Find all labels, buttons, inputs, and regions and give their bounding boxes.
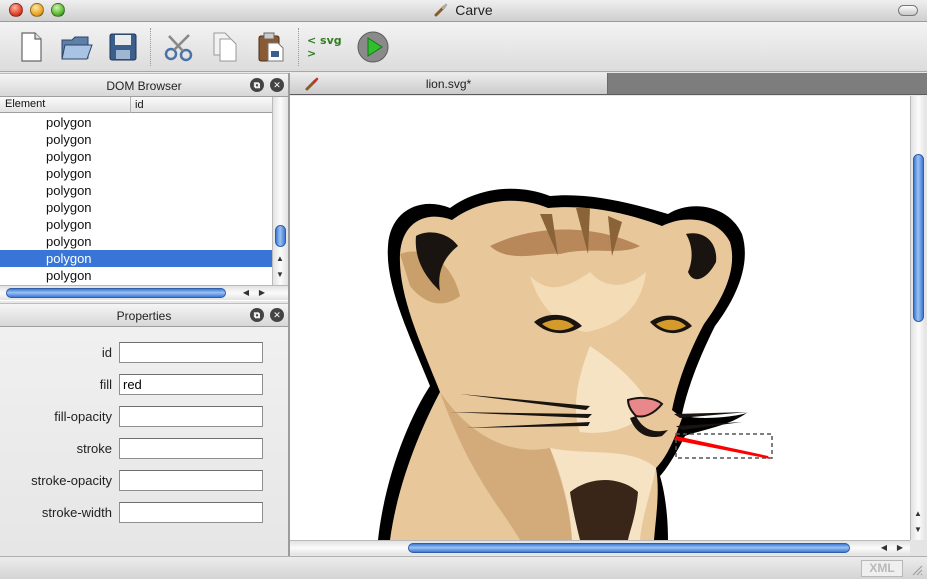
stroke-field[interactable] xyxy=(119,438,263,459)
status-bar: XML xyxy=(0,556,927,579)
scroll-right-arrow-icon[interactable]: ▶ xyxy=(894,542,906,554)
open-button[interactable] xyxy=(58,28,96,66)
scroll-left-arrow-icon[interactable]: ◀ xyxy=(240,287,252,299)
close-icon: ✕ xyxy=(273,310,281,320)
scroll-left-arrow-icon[interactable]: ◀ xyxy=(878,542,890,554)
property-row-fill: fill xyxy=(0,374,288,398)
copy-button[interactable] xyxy=(206,28,244,66)
dom-tree-horizontal-scrollbar[interactable]: ◀ ▶ xyxy=(0,285,288,300)
toolbar: < svg > xyxy=(0,22,927,72)
property-row-id: id xyxy=(0,342,288,366)
save-button[interactable] xyxy=(104,28,142,66)
lion-drawing[interactable] xyxy=(290,96,910,540)
svg-view-button[interactable]: < svg > xyxy=(307,28,347,66)
detach-panel-button[interactable]: ⧉ xyxy=(250,308,264,322)
property-row-stroke: stroke xyxy=(0,438,288,462)
stroke-width-field[interactable] xyxy=(119,502,263,523)
dom-tree[interactable]: polygon polygon polygon polygon polygon … xyxy=(0,114,272,286)
cut-button[interactable] xyxy=(160,28,198,66)
canvas-vertical-thumb[interactable] xyxy=(913,154,924,322)
tree-row-selected[interactable]: polygon xyxy=(0,250,272,267)
toolbar-toggle-button[interactable] xyxy=(898,5,918,16)
paste-icon xyxy=(258,32,284,62)
tree-row[interactable]: polygon xyxy=(0,114,272,131)
dom-tree-vertical-thumb[interactable] xyxy=(275,225,286,247)
open-folder-icon xyxy=(61,36,93,60)
svg-canvas[interactable] xyxy=(290,96,910,540)
dom-browser-title: DOM Browser xyxy=(106,79,182,93)
canvas-vertical-scrollbar[interactable]: ▲ ▼ xyxy=(910,96,926,540)
property-label: fill-opacity xyxy=(54,409,112,424)
tree-row[interactable]: polygon xyxy=(0,216,272,233)
toolbar-separator xyxy=(150,28,151,66)
document-tab-label: lion.svg* xyxy=(425,77,472,91)
properties-panel: Properties ⧉ ✕ id fill fill-opacity stro… xyxy=(0,303,288,556)
resize-grip-icon[interactable] xyxy=(911,564,923,576)
property-label: id xyxy=(101,345,112,360)
scroll-up-arrow-icon[interactable]: ▲ xyxy=(912,508,924,520)
property-label: stroke-width xyxy=(41,505,112,520)
xml-view-button[interactable]: XML xyxy=(861,560,903,577)
dom-browser-header: DOM Browser ⧉ ✕ xyxy=(0,73,288,97)
cut-scissors-icon xyxy=(164,34,193,62)
new-document-button[interactable] xyxy=(12,28,50,66)
scroll-up-arrow-icon[interactable]: ▲ xyxy=(274,253,286,265)
detach-icon: ⧉ xyxy=(253,310,261,320)
selected-polygon[interactable] xyxy=(674,436,770,459)
carve-app-icon xyxy=(434,3,448,17)
window-title: Carve xyxy=(455,2,493,18)
property-label: fill xyxy=(99,377,112,392)
tree-row[interactable]: polygon xyxy=(0,131,272,148)
tree-row[interactable]: polygon xyxy=(0,148,272,165)
property-row-stroke-opacity: stroke-opacity xyxy=(0,470,288,494)
copy-icon xyxy=(213,32,237,62)
property-row-fill-opacity: fill-opacity xyxy=(0,406,288,430)
properties-form: id fill fill-opacity stroke stroke-opaci… xyxy=(0,327,288,556)
property-label: stroke-opacity xyxy=(31,473,112,488)
tree-row[interactable]: polygon xyxy=(0,267,272,284)
svg-tag-icon: < svg > xyxy=(307,34,342,60)
id-field[interactable] xyxy=(119,342,263,363)
run-button[interactable] xyxy=(354,28,392,66)
scroll-corner xyxy=(910,540,927,556)
save-disk-icon xyxy=(109,33,137,61)
properties-header: Properties ⧉ ✕ xyxy=(0,303,288,327)
scroll-down-arrow-icon[interactable]: ▼ xyxy=(274,269,286,281)
stroke-opacity-field[interactable] xyxy=(119,470,263,491)
new-document-icon xyxy=(21,32,42,62)
tree-row[interactable]: polygon xyxy=(0,165,272,182)
fill-field[interactable] xyxy=(119,374,263,395)
dom-tree-horizontal-thumb[interactable] xyxy=(6,288,226,298)
canvas-horizontal-scrollbar[interactable]: ◀ ▶ xyxy=(290,540,910,555)
document-tab-bar: lion.svg* xyxy=(290,73,927,95)
close-panel-button[interactable]: ✕ xyxy=(270,78,284,92)
window-title-group: Carve xyxy=(0,2,927,18)
close-panel-button[interactable]: ✕ xyxy=(270,308,284,322)
title-bar: Carve xyxy=(0,0,927,22)
column-id[interactable]: id xyxy=(130,97,144,113)
run-play-icon xyxy=(357,31,389,63)
detach-icon: ⧉ xyxy=(253,80,261,90)
close-icon: ✕ xyxy=(273,80,281,90)
dom-browser-panel: DOM Browser ⧉ ✕ Element id polygon polyg… xyxy=(0,73,288,301)
detach-panel-button[interactable]: ⧉ xyxy=(250,78,264,92)
tree-row[interactable]: polygon xyxy=(0,182,272,199)
property-row-stroke-width: stroke-width xyxy=(0,502,288,526)
scroll-down-arrow-icon[interactable]: ▼ xyxy=(912,524,924,536)
properties-title: Properties xyxy=(116,309,172,323)
column-element[interactable]: Element xyxy=(5,98,45,110)
canvas-horizontal-thumb[interactable] xyxy=(408,543,850,553)
tree-column-header: Element id xyxy=(0,97,272,113)
paste-button[interactable] xyxy=(252,28,290,66)
tree-row[interactable]: polygon xyxy=(0,199,272,216)
tree-row[interactable]: polygon xyxy=(0,233,272,250)
scroll-right-arrow-icon[interactable]: ▶ xyxy=(256,287,268,299)
property-label: stroke xyxy=(76,441,112,456)
document-tab[interactable]: lion.svg* xyxy=(290,73,608,94)
dom-tree-vertical-scrollbar[interactable]: ▲ ▼ xyxy=(272,97,288,285)
toolbar-separator xyxy=(298,28,299,66)
fill-opacity-field[interactable] xyxy=(119,406,263,427)
